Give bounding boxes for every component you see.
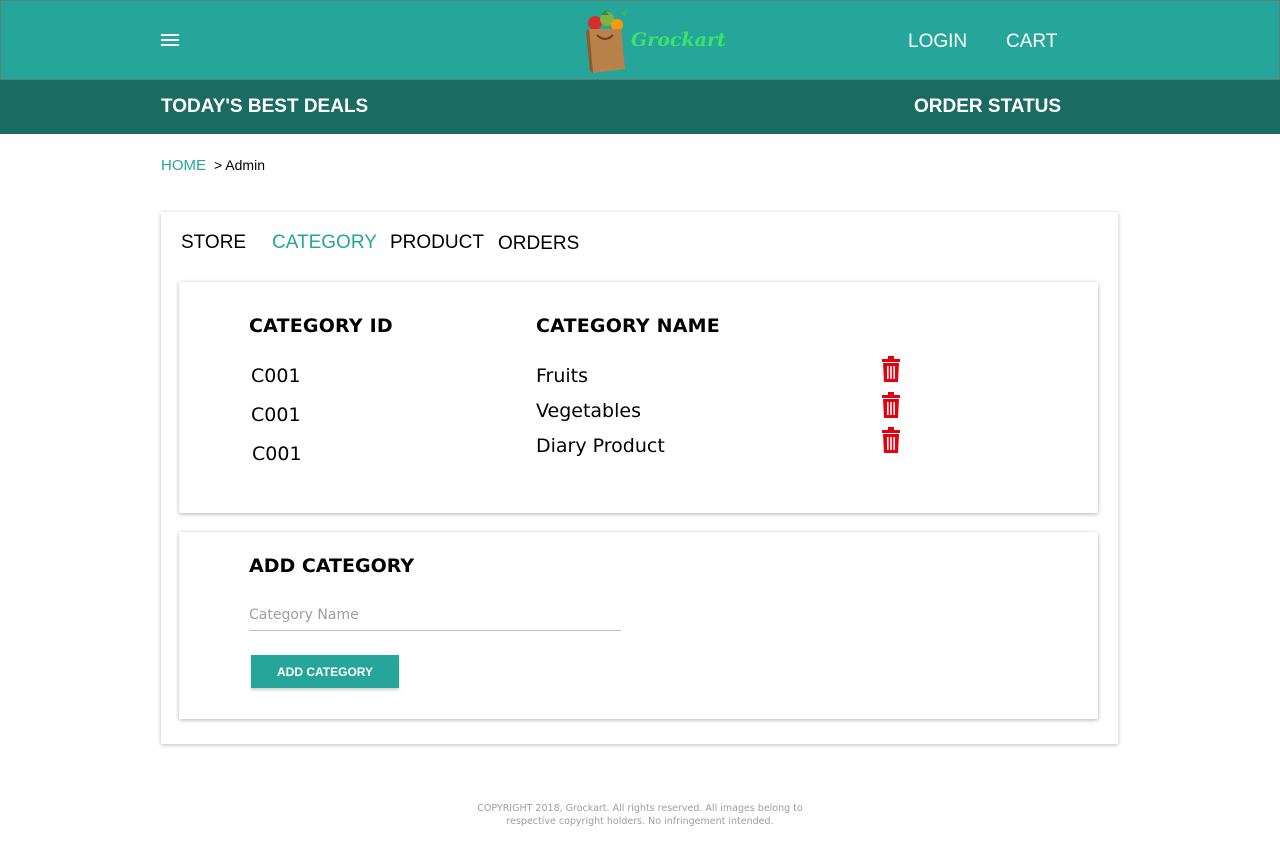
category-name-input[interactable] [249,600,621,631]
category-name-cell: Diary Product [536,435,665,457]
trash-icon[interactable] [881,427,901,453]
order-status-link[interactable]: ORDER STATUS [914,96,1061,118]
breadcrumb-current: > Admin [214,157,265,173]
add-category-button[interactable]: ADD CATEGORY [251,655,399,688]
category-id-cell: C001 [252,443,302,465]
cart-link[interactable]: CART [1006,31,1057,53]
footer-copyright: COPYRIGHT 2018, Grockart. All rights res… [430,802,850,828]
trash-icon[interactable] [881,356,901,382]
secondary-navbar: TODAY'S BEST DEALS ORDER STATUS [0,80,1280,134]
top-navbar: Grockart LOGIN CART [0,0,1280,80]
hamburger-menu-icon[interactable] [161,31,183,51]
todays-best-deals-link[interactable]: TODAY'S BEST DEALS [161,96,368,118]
grocery-bag-icon [586,9,627,73]
category-name-cell: Vegetables [536,400,641,422]
add-category-title: ADD CATEGORY [249,555,415,577]
category-table: CATEGORY ID CATEGORY NAME C001 Fruits C0… [179,282,1098,513]
logo-text: Grockart [631,29,726,51]
tab-category[interactable]: CATEGORY [272,232,377,254]
tab-store[interactable]: STORE [181,232,246,254]
category-id-cell: C001 [251,365,301,387]
admin-panel-card: STORE CATEGORY PRODUCT ORDERS CATEGORY I… [161,212,1118,744]
tab-orders[interactable]: ORDERS [498,233,579,255]
trash-icon[interactable] [881,392,901,418]
footer-line-2: respective copyright holders. No infring… [506,816,774,827]
breadcrumb-home-link[interactable]: HOME [161,157,206,174]
column-header-category-id: CATEGORY ID [249,315,393,337]
tab-product[interactable]: PRODUCT [390,232,484,254]
login-link[interactable]: LOGIN [908,31,967,53]
category-id-cell: C001 [251,404,301,426]
category-name-cell: Fruits [536,365,589,387]
footer-line-1: COPYRIGHT 2018, Grockart. All rights res… [477,803,803,814]
add-category-form: ADD CATEGORY ADD CATEGORY [179,532,1098,719]
column-header-category-name: CATEGORY NAME [536,315,720,337]
logo[interactable]: Grockart [581,9,726,75]
breadcrumb: HOME > Admin [161,157,265,174]
